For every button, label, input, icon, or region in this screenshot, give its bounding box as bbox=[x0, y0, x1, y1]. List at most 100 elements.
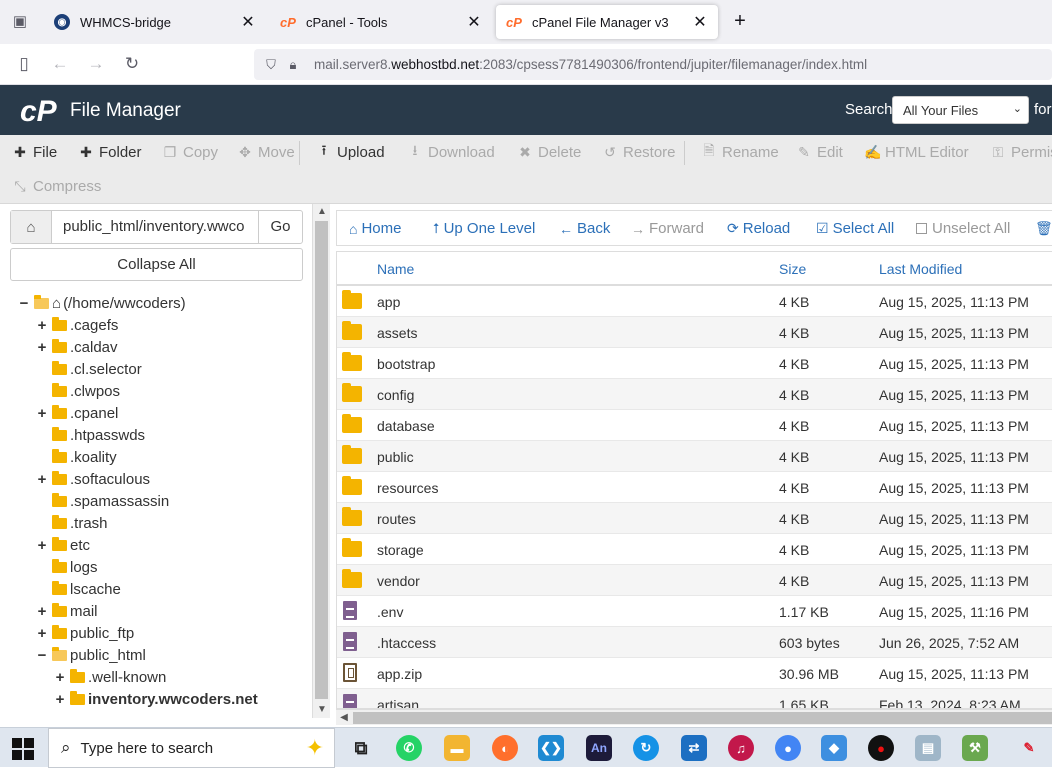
edit-button[interactable]: ✎ Edit bbox=[796, 135, 843, 169]
copy-button[interactable]: ❐ Copy bbox=[162, 135, 218, 169]
path-input[interactable]: public_html/inventory.wwco bbox=[52, 211, 258, 243]
tree-item[interactable]: − ⌂ (/home/wwcoders) bbox=[18, 292, 186, 314]
expand-icon[interactable]: + bbox=[36, 537, 48, 554]
tree-item[interactable]: + .cagefs bbox=[36, 314, 118, 336]
close-icon[interactable]: ✕ bbox=[240, 12, 256, 32]
forward-button[interactable]: → Forward bbox=[631, 220, 704, 237]
table-row[interactable]: storage 4 KB Aug 15, 2025, 11:13 PM bbox=[337, 534, 1052, 565]
tree-item[interactable]: + .caldav bbox=[36, 336, 118, 358]
vscode-icon[interactable]: ❮❯ bbox=[538, 735, 564, 761]
table-row[interactable]: .env 1.17 KB Aug 15, 2025, 11:16 PM bbox=[337, 596, 1052, 627]
new-folder-button[interactable]: ✚ Folder bbox=[78, 135, 141, 169]
tree-item[interactable]: .htpasswds bbox=[36, 424, 145, 446]
tree-item[interactable]: + etc bbox=[36, 534, 90, 556]
move-button[interactable]: ✥ Move bbox=[237, 135, 295, 169]
expand-icon[interactable]: + bbox=[36, 471, 48, 488]
table-row[interactable]: app 4 KB Aug 15, 2025, 11:13 PM bbox=[337, 286, 1052, 317]
back-button[interactable]: ← Back bbox=[559, 220, 610, 237]
home-icon[interactable]: ⌂ bbox=[11, 211, 52, 243]
download-button[interactable]: ⭳ Download bbox=[407, 135, 495, 169]
taskbar-search[interactable]: ⌕ Type here to search ✦ bbox=[48, 728, 335, 768]
table-row[interactable]: public 4 KB Aug 15, 2025, 11:13 PM bbox=[337, 441, 1052, 472]
table-row[interactable]: app.zip 30.96 MB Aug 15, 2025, 11:13 PM bbox=[337, 658, 1052, 689]
mysql-workbench-icon[interactable]: ◆ bbox=[821, 735, 847, 761]
shield-icon[interactable]: ⛉ bbox=[260, 57, 282, 73]
trash-button[interactable]: 🗑︎ bbox=[1035, 220, 1052, 237]
scrollbar-thumb[interactable] bbox=[315, 221, 328, 699]
forward-arrow-icon[interactable]: → bbox=[85, 53, 107, 75]
tree-item[interactable]: + .well-known bbox=[54, 666, 166, 688]
table-row[interactable]: database 4 KB Aug 15, 2025, 11:13 PM bbox=[337, 410, 1052, 441]
table-row[interactable]: .htaccess 603 bytes Jun 26, 2025, 7:52 AM bbox=[337, 627, 1052, 658]
lock-icon[interactable]: 🔒︎ bbox=[282, 57, 304, 73]
restore-button[interactable]: ↺ Restore bbox=[602, 135, 675, 169]
animate-icon[interactable]: An bbox=[586, 735, 612, 761]
notepad-icon[interactable]: ▤ bbox=[915, 735, 941, 761]
teamviewer-icon[interactable]: ⇄ bbox=[681, 735, 707, 761]
tab-whmcs-bridge[interactable]: ◉ WHMCS-bridge ✕ bbox=[44, 5, 266, 39]
tab-overview-icon[interactable]: ▣ bbox=[8, 10, 32, 34]
tree-item[interactable]: logs bbox=[36, 556, 98, 578]
expand-icon[interactable]: + bbox=[54, 669, 66, 686]
table-row[interactable]: bootstrap 4 KB Aug 15, 2025, 11:13 PM bbox=[337, 348, 1052, 379]
up-one-level-button[interactable]: ⭡ Up One Level bbox=[433, 220, 535, 237]
expand-icon[interactable]: + bbox=[36, 603, 48, 620]
expand-icon[interactable]: + bbox=[36, 405, 48, 422]
task-view-icon[interactable]: ⧉ bbox=[348, 735, 374, 761]
table-row[interactable]: resources 4 KB Aug 15, 2025, 11:13 PM bbox=[337, 472, 1052, 503]
scroll-down-icon[interactable]: ▼ bbox=[313, 702, 331, 718]
scroll-up-icon[interactable]: ▲ bbox=[313, 204, 331, 220]
upload-button[interactable]: ⭱ Upload bbox=[316, 135, 385, 169]
record-icon[interactable]: ● bbox=[868, 735, 894, 761]
expand-icon[interactable]: + bbox=[36, 625, 48, 642]
tree-item[interactable]: .cl.selector bbox=[36, 358, 142, 380]
tree-item[interactable]: .trash bbox=[36, 512, 108, 534]
sync-app-icon[interactable]: ↻ bbox=[633, 735, 659, 761]
table-row[interactable]: config 4 KB Aug 15, 2025, 11:13 PM bbox=[337, 379, 1052, 410]
tree-item[interactable]: lscache bbox=[36, 578, 121, 600]
windows-start-icon[interactable] bbox=[12, 738, 34, 760]
unselect-all-button[interactable]: Unselect All bbox=[916, 220, 1010, 237]
scrollbar-thumb[interactable] bbox=[353, 712, 1052, 724]
tree-item[interactable]: .spamassassin bbox=[36, 490, 169, 512]
home-button[interactable]: ⌂ Home bbox=[349, 220, 401, 237]
select-all-button[interactable]: ☑ Select All bbox=[816, 220, 894, 237]
firefox-icon[interactable]: ◐ bbox=[492, 735, 518, 761]
paint-icon[interactable]: ✎ bbox=[1016, 735, 1042, 761]
reload-button[interactable]: ⟳ Reload bbox=[727, 220, 790, 237]
column-modified-header[interactable]: Last Modified bbox=[879, 261, 962, 277]
expand-icon[interactable]: + bbox=[36, 317, 48, 334]
compress-button[interactable]: ⤡ Compress bbox=[12, 169, 101, 203]
tree-item[interactable]: + .cpanel bbox=[36, 402, 118, 424]
close-icon[interactable]: ✕ bbox=[692, 12, 708, 32]
go-button[interactable]: Go bbox=[258, 211, 302, 243]
whatsapp-icon[interactable]: ✆ bbox=[396, 735, 422, 761]
tree-item[interactable]: + .softaculous bbox=[36, 468, 150, 490]
tree-item[interactable]: + mail bbox=[36, 600, 98, 622]
tree-item[interactable]: .koality bbox=[36, 446, 117, 468]
column-name-header[interactable]: Name bbox=[377, 261, 414, 277]
table-row[interactable]: assets 4 KB Aug 15, 2025, 11:13 PM bbox=[337, 317, 1052, 348]
permissions-button[interactable]: ⚿ Permis bbox=[990, 135, 1052, 169]
scroll-left-icon[interactable]: ◀ bbox=[336, 710, 352, 726]
search-scope-select[interactable]: All Your Files ⌄ bbox=[892, 96, 1029, 124]
tree-item[interactable]: + public_ftp bbox=[36, 622, 134, 644]
horizontal-scrollbar[interactable]: ◀ bbox=[336, 709, 1052, 725]
rename-button[interactable]: 🗎︎ Rename bbox=[701, 135, 778, 169]
sidebar-toggle-icon[interactable]: ▯ bbox=[13, 53, 35, 75]
tree-scrollbar[interactable]: ▲ ▼ bbox=[312, 204, 330, 718]
reload-icon[interactable]: ↻ bbox=[121, 53, 143, 75]
tree-item[interactable]: + inventory.wwcoders.net bbox=[54, 688, 258, 710]
back-arrow-icon[interactable]: ← bbox=[49, 53, 71, 75]
chrome-icon[interactable]: ● bbox=[775, 735, 801, 761]
tree-item[interactable]: .clwpos bbox=[36, 380, 120, 402]
collapse-icon[interactable]: − bbox=[36, 647, 48, 664]
table-row[interactable]: vendor 4 KB Aug 15, 2025, 11:13 PM bbox=[337, 565, 1052, 596]
collapse-all-button[interactable]: Collapse All bbox=[10, 248, 303, 281]
tree-item[interactable]: − public_html bbox=[36, 644, 146, 666]
address-bar[interactable]: ⛉ 🔒︎ mail.server8.webhostbd.net:2083/cps… bbox=[254, 49, 1052, 80]
tool-app-icon[interactable]: ⚒ bbox=[962, 735, 988, 761]
table-row[interactable]: artisan 1.65 KB Feb 13, 2024, 8:23 AM bbox=[337, 689, 1052, 708]
tab-cpanel-tools[interactable]: cP cPanel - Tools ✕ bbox=[270, 5, 492, 39]
html-editor-button[interactable]: ✍ HTML Editor bbox=[864, 135, 969, 169]
